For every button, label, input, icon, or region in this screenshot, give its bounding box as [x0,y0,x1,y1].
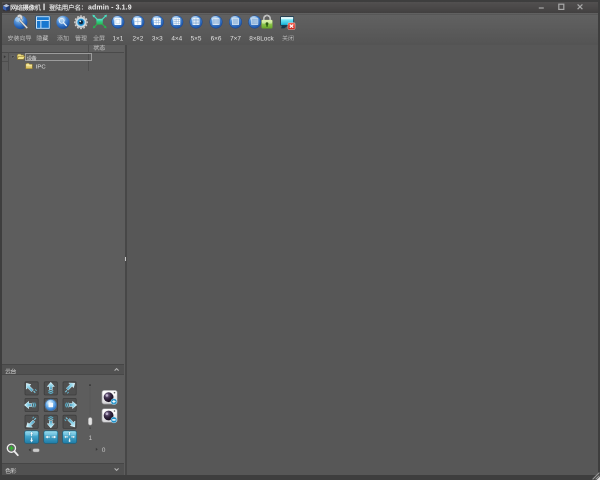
svg-text:5×5: 5×5 [191,35,202,42]
svg-text::: : [81,5,83,12]
svg-text:3×3: 3×3 [152,35,163,42]
svg-text:4×4: 4×4 [171,35,182,42]
svg-text:8×8: 8×8 [249,35,260,42]
svg-text:0: 0 [102,447,106,454]
svg-text:IPC: IPC [36,65,47,71]
svg-text:6×6: 6×6 [211,35,222,42]
svg-text:Lock: Lock [260,35,274,42]
svg-text:1: 1 [89,435,93,442]
svg-text:1×1: 1×1 [112,35,123,42]
svg-text:2×2: 2×2 [132,35,143,42]
svg-text:7×7: 7×7 [230,35,241,42]
svg-text:admin - 3.1.9: admin - 3.1.9 [88,5,132,12]
